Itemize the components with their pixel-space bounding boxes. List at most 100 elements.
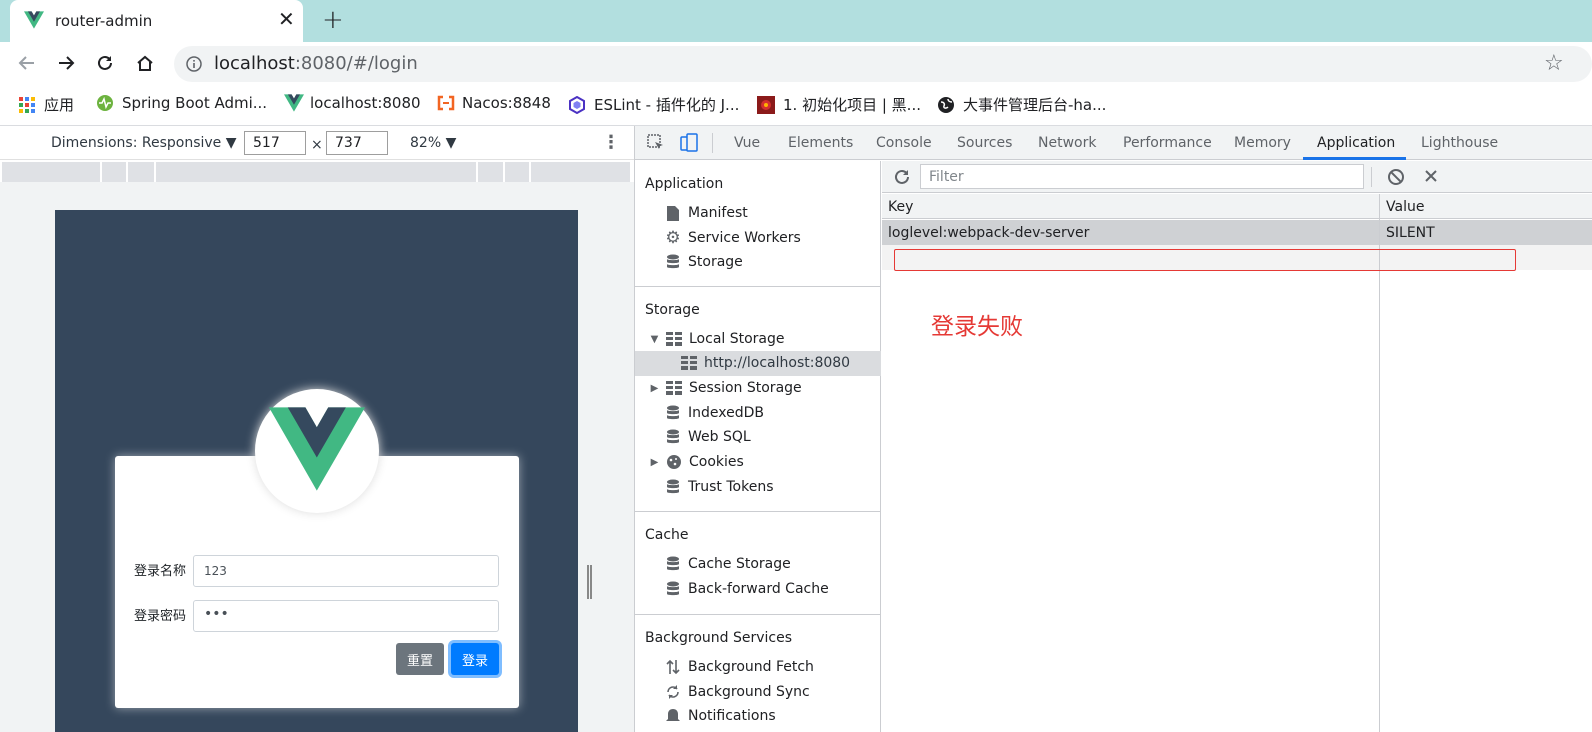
filter-input[interactable]: Filter xyxy=(920,164,1364,189)
zoom-dropdown[interactable]: 82% ▼ xyxy=(410,135,456,151)
column-separator[interactable] xyxy=(1379,194,1380,732)
login-button[interactable]: 登录 xyxy=(451,643,499,675)
ruler-segment[interactable] xyxy=(102,162,128,182)
ruler-segment[interactable] xyxy=(531,162,632,182)
reload-icon[interactable] xyxy=(92,50,118,76)
table-header: Key Value xyxy=(882,194,1592,219)
section-application: Application xyxy=(645,176,724,192)
browser-tab[interactable]: router-admin ✕ xyxy=(10,0,303,42)
forward-icon[interactable] xyxy=(53,50,79,76)
sidebar-item-session-storage[interactable]: ▶ Session Storage xyxy=(650,376,802,400)
info-icon[interactable] xyxy=(186,56,202,76)
table-row[interactable]: loglevel:webpack-dev-server SILENT xyxy=(882,220,1592,245)
bookmark-big-event[interactable]: 大事件管理后台-ha... xyxy=(937,94,1106,115)
storage-toolbar: Filter xyxy=(882,161,1592,193)
ruler-segment[interactable] xyxy=(156,162,478,182)
triangle-right-icon[interactable]: ▶ xyxy=(650,454,659,470)
address-bar[interactable]: localhost:8080/#/login ☆ xyxy=(174,46,1592,82)
sidebar-item-cache-storage[interactable]: Cache Storage xyxy=(665,552,791,576)
sidebar-item-background-fetch[interactable]: Background Fetch xyxy=(665,655,814,679)
back-icon[interactable] xyxy=(14,50,40,76)
clear-all-icon[interactable] xyxy=(1387,168,1405,190)
sidebar-item-label: http://localhost:8080 xyxy=(704,355,851,371)
sidebar-item-background-sync[interactable]: Background Sync xyxy=(665,680,810,704)
close-tab-icon[interactable]: ✕ xyxy=(278,7,295,31)
password-label: 登录密码 xyxy=(134,609,187,624)
sidebar-item-websql[interactable]: Web SQL xyxy=(665,425,751,449)
device-toolbar: Dimensions: Responsive ▼ 517 × 737 82% ▼… xyxy=(0,126,634,160)
bookmark-eslint[interactable]: ESLint - 插件化的 J... xyxy=(568,94,739,115)
password-input[interactable]: ••• xyxy=(193,600,499,632)
tab-application[interactable]: Application xyxy=(1317,135,1395,151)
tab-lighthouse[interactable]: Lighthouse xyxy=(1421,135,1498,151)
bookmark-localhost[interactable]: localhost:8080 xyxy=(284,94,421,112)
new-tab-button[interactable]: + xyxy=(322,5,344,35)
tab-elements[interactable]: Elements xyxy=(788,135,853,151)
application-sidebar: Application Manifest ⚙ Service Workers S… xyxy=(635,161,881,732)
bookmark-spring-boot-admin[interactable]: Spring Boot Admi... xyxy=(96,94,267,112)
inspect-element-icon[interactable] xyxy=(647,134,665,156)
ruler-segment[interactable] xyxy=(2,162,102,182)
bookmark-nacos[interactable]: Nacos:8848 xyxy=(436,94,551,112)
database-icon xyxy=(665,556,681,572)
width-input[interactable]: 517 xyxy=(244,131,306,155)
media-query-ruler xyxy=(0,162,634,182)
table-icon xyxy=(666,380,682,396)
section-storage: Storage xyxy=(645,302,700,318)
sidebar-item-back-forward-cache[interactable]: Back-forward Cache xyxy=(665,577,829,601)
home-icon[interactable] xyxy=(132,50,158,76)
more-options-icon[interactable]: ⋮ xyxy=(602,132,620,153)
sidebar-item-label: Session Storage xyxy=(689,380,802,396)
sidebar-item-manifest[interactable]: Manifest xyxy=(665,201,748,225)
value-column-header[interactable]: Value xyxy=(1386,199,1424,215)
sidebar-item-indexeddb[interactable]: IndexedDB xyxy=(665,401,764,425)
section-divider xyxy=(635,286,881,287)
table-icon xyxy=(666,331,682,347)
delete-selected-icon[interactable] xyxy=(1423,168,1439,188)
sidebar-item-service-workers[interactable]: ⚙ Service Workers xyxy=(665,226,800,250)
tab-sources[interactable]: Sources xyxy=(957,135,1012,151)
triangle-right-icon[interactable]: ▶ xyxy=(650,380,659,396)
bookmark-label: 大事件管理后台-ha... xyxy=(963,96,1107,114)
bookmark-apps[interactable]: 应用 xyxy=(18,94,74,115)
tab-performance[interactable]: Performance xyxy=(1123,135,1212,151)
table-icon xyxy=(681,355,697,371)
reset-button[interactable]: 重置 xyxy=(396,643,444,675)
dimensions-dropdown[interactable]: Dimensions: Responsive ▼ xyxy=(51,135,237,151)
active-tab-indicator xyxy=(1303,157,1406,160)
sidebar-item-label: IndexedDB xyxy=(688,405,764,421)
row-key: loglevel:webpack-dev-server xyxy=(888,225,1090,241)
triangle-down-icon[interactable]: ▼ xyxy=(650,331,659,347)
section-cache: Cache xyxy=(645,527,689,543)
sidebar-item-label: Local Storage xyxy=(689,331,785,347)
bookmark-label: localhost:8080 xyxy=(310,94,421,112)
sidebar-item-storage[interactable]: Storage xyxy=(665,250,743,274)
sidebar-item-local-storage[interactable]: ▼ Local Storage xyxy=(650,327,785,351)
tab-network[interactable]: Network xyxy=(1038,135,1096,151)
height-input[interactable]: 737 xyxy=(326,131,388,155)
eslint-icon xyxy=(568,95,586,114)
sidebar-item-localhost-origin[interactable]: http://localhost:8080 xyxy=(681,351,850,375)
username-input[interactable]: 123 xyxy=(193,555,499,587)
sidebar-item-notifications[interactable]: Notifications xyxy=(665,704,776,728)
sidebar-item-label: Notifications xyxy=(688,708,776,724)
resize-handle[interactable] xyxy=(587,565,592,599)
device-toggle-icon[interactable] xyxy=(679,133,699,157)
tab-console[interactable]: Console xyxy=(876,135,932,151)
sidebar-item-label: Web SQL xyxy=(688,429,751,445)
toolbar-divider xyxy=(1371,167,1372,187)
bookmark-star-icon[interactable]: ☆ xyxy=(1544,51,1564,76)
ruler-segment[interactable] xyxy=(505,162,531,182)
tab-memory[interactable]: Memory xyxy=(1234,135,1291,151)
bookmark-label: ESLint - 插件化的 J... xyxy=(594,96,740,114)
ruler-segment[interactable] xyxy=(478,162,505,182)
key-column-header[interactable]: Key xyxy=(888,199,913,215)
refresh-icon[interactable] xyxy=(893,168,911,190)
bookmark-init-project[interactable]: 1. 初始化项目 | 黑... xyxy=(757,94,921,115)
tab-vue[interactable]: Vue xyxy=(734,135,760,151)
sidebar-item-trust-tokens[interactable]: Trust Tokens xyxy=(665,475,773,499)
url-host: localhost xyxy=(214,53,295,74)
sidebar-item-label: Trust Tokens xyxy=(688,479,774,495)
sidebar-item-cookies[interactable]: ▶ Cookies xyxy=(650,450,744,474)
ruler-segment[interactable] xyxy=(128,162,156,182)
